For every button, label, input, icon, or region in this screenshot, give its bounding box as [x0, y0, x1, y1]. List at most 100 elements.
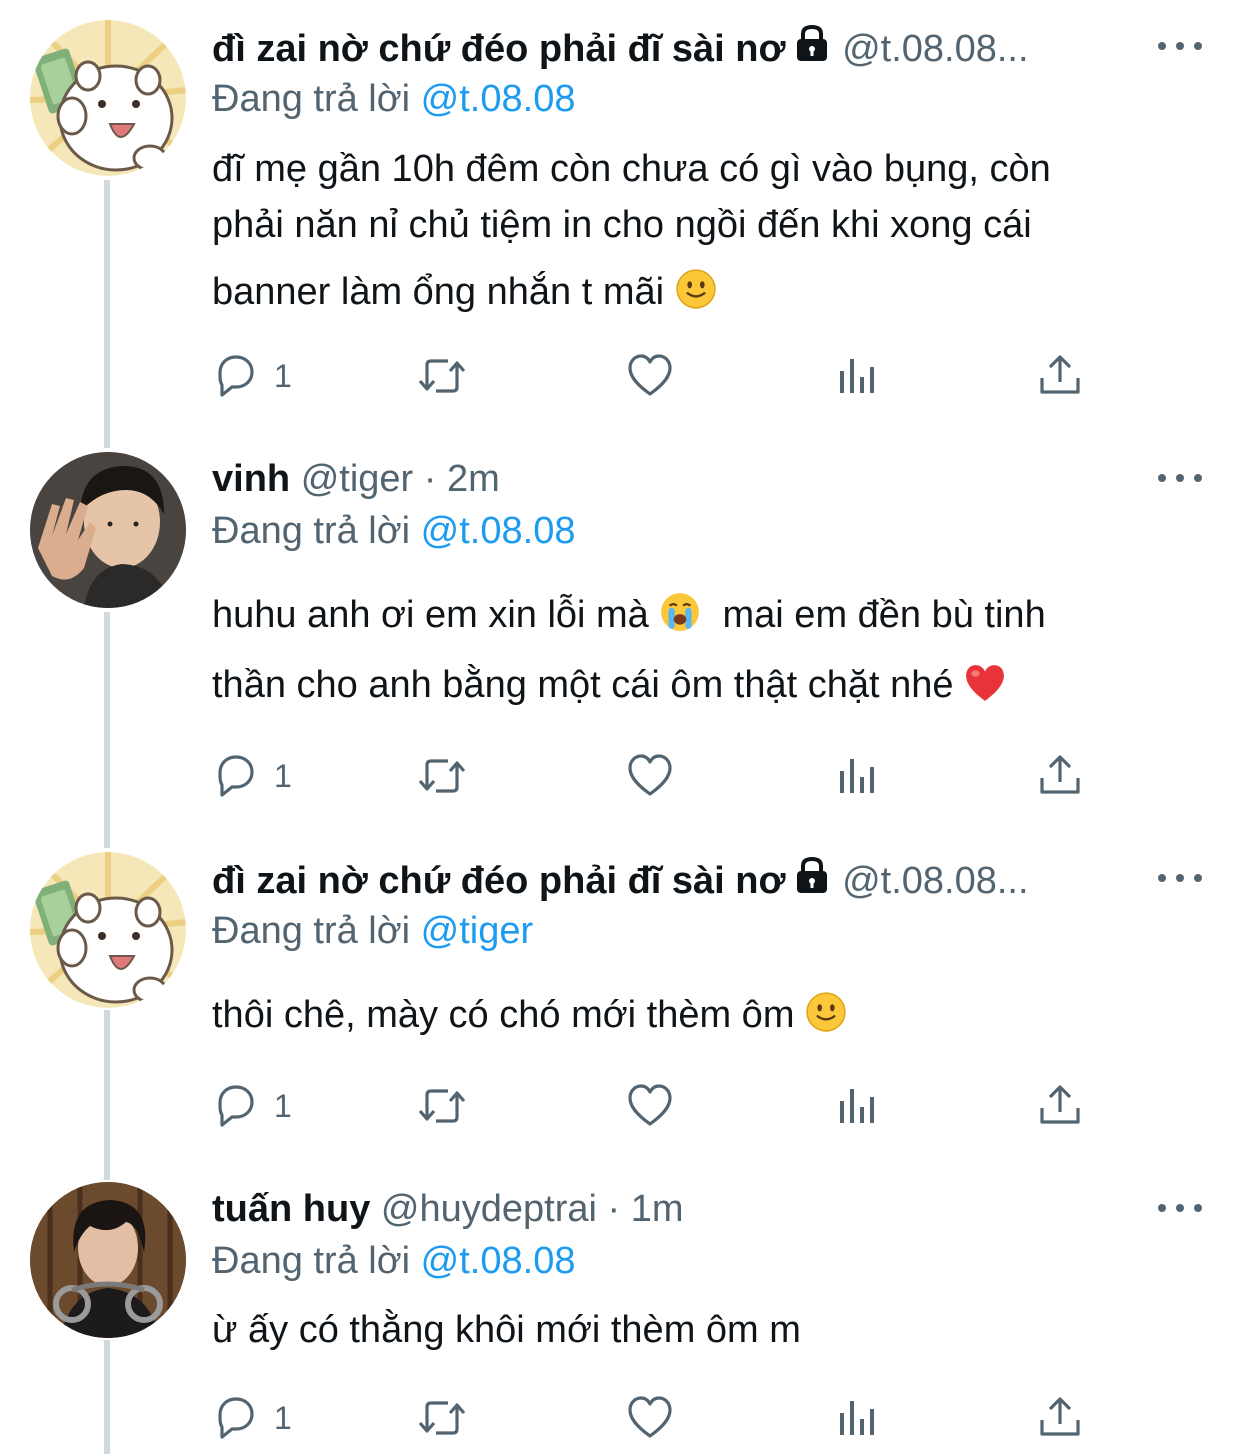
views-button[interactable]: [834, 346, 880, 406]
display-name[interactable]: đì zai nờ chứ đéo phải đĩ sài nơ: [212, 860, 786, 902]
tweet[interactable]: vinh @tiger · 2m Đang trả lời @t.08.08 h…: [0, 430, 1242, 830]
text-line: ừ ấy có thằng khôi mới thèm ôm m: [212, 1309, 801, 1351]
retweet-icon: [414, 1081, 470, 1131]
user-handle[interactable]: @huydeptrai: [381, 1188, 597, 1230]
smiling-face-emoji: [675, 268, 717, 328]
action-bar: 1: [212, 1388, 1092, 1448]
retweet-button[interactable]: [414, 1388, 470, 1448]
replying-label: Đang trả lời: [212, 78, 411, 120]
reply-button[interactable]: 1: [212, 1076, 292, 1136]
like-button[interactable]: [626, 746, 674, 806]
avatar[interactable]: [30, 20, 186, 176]
avatar[interactable]: [30, 452, 186, 608]
mention-link[interactable]: @t.08.08: [421, 510, 576, 552]
share-button[interactable]: [1036, 1388, 1084, 1448]
views-button[interactable]: [834, 746, 880, 806]
mention-link[interactable]: @t.08.08: [421, 1240, 576, 1282]
heart-icon: [626, 1394, 674, 1442]
text-line: thôi chê, mày có chó mới thèm ôm: [212, 984, 1202, 1046]
views-button[interactable]: [834, 1388, 880, 1448]
views-icon: [834, 1395, 880, 1441]
like-button[interactable]: [626, 1076, 674, 1136]
share-icon: [1036, 1082, 1084, 1130]
retweet-icon: [414, 751, 470, 801]
reply-count: 1: [274, 757, 292, 794]
avatar[interactable]: [30, 1182, 186, 1338]
text-segment: banner làm ổng nhắn t mãi: [212, 271, 665, 313]
action-bar: 1: [212, 346, 1092, 406]
tweet-text: đĩ mẹ gần 10h đêm còn chưa có gì vào bụn…: [212, 140, 1202, 322]
reply-button[interactable]: 1: [212, 346, 292, 406]
timestamp[interactable]: 2m: [447, 458, 500, 500]
share-button[interactable]: [1036, 1076, 1084, 1136]
action-bar: 1: [212, 746, 1092, 806]
reply-count: 1: [274, 1399, 292, 1436]
retweet-button[interactable]: [414, 746, 470, 806]
share-icon: [1036, 1394, 1084, 1442]
user-handle[interactable]: @t.08.08...: [842, 28, 1028, 70]
tweet-header: tuấn huy @huydeptrai · 1m: [212, 1184, 1132, 1234]
text-line: huhu anh ơi em xin lỗi mà mai em đền bù …: [212, 584, 1202, 646]
views-button[interactable]: [834, 1076, 880, 1136]
replying-to: Đang trả lời @t.08.08: [212, 1236, 575, 1286]
heart-icon: [626, 352, 674, 400]
retweet-button[interactable]: [414, 346, 470, 406]
reply-button[interactable]: 1: [212, 746, 292, 806]
display-name[interactable]: tuấn huy: [212, 1188, 370, 1230]
replying-label: Đang trả lời: [212, 1240, 411, 1282]
tweet[interactable]: tuấn huy @huydeptrai · 1m Đang trả lời @…: [0, 1160, 1242, 1454]
heart-icon: [626, 1082, 674, 1130]
reply-icon: [212, 1082, 260, 1130]
separator-dot: ·: [607, 1188, 621, 1230]
timestamp[interactable]: 1m: [631, 1188, 684, 1230]
more-icon[interactable]: [1158, 26, 1202, 66]
red-heart-emoji: [964, 660, 1006, 722]
more-icon[interactable]: [1158, 1188, 1202, 1228]
heart-icon: [626, 752, 674, 800]
replying-to: Đang trả lời @t.08.08: [212, 506, 575, 556]
replying-label: Đang trả lời: [212, 910, 411, 952]
share-button[interactable]: [1036, 746, 1084, 806]
text-segment: mai em đền bù tinh: [722, 594, 1046, 636]
tweet-header: vinh @tiger · 2m: [212, 454, 1132, 504]
more-icon[interactable]: [1158, 858, 1202, 898]
text-line: phải năn nỉ chủ tiệm in cho ngồi đến khi…: [212, 204, 1032, 246]
views-icon: [834, 353, 880, 399]
action-bar: 1: [212, 1076, 1092, 1136]
share-button[interactable]: [1036, 346, 1084, 406]
tweet-header: đì zai nờ chứ đéo phải đĩ sài nơ @t.08.0…: [212, 24, 1122, 74]
replying-to: Đang trả lời @tiger: [212, 906, 533, 956]
text-segment: huhu anh ơi em xin lỗi mà: [212, 594, 649, 636]
display-name[interactable]: đì zai nờ chứ đéo phải đĩ sài nơ: [212, 28, 786, 70]
tweet-text: ừ ấy có thằng khôi mới thèm ôm m: [212, 1300, 1202, 1360]
like-button[interactable]: [626, 346, 674, 406]
tweet-header: đì zai nờ chứ đéo phải đĩ sài nơ @t.08.0…: [212, 856, 1122, 906]
share-icon: [1036, 752, 1084, 800]
replying-to: Đang trả lời @t.08.08: [212, 74, 575, 124]
text-segment: thôi chê, mày có chó mới thèm ôm: [212, 994, 795, 1036]
replying-label: Đang trả lời: [212, 510, 411, 552]
like-button[interactable]: [626, 1388, 674, 1448]
text-line: thần cho anh bằng một cái ôm thật chặt n…: [212, 654, 1202, 716]
views-icon: [834, 1083, 880, 1129]
avatar[interactable]: [30, 852, 186, 1008]
separator-dot: ·: [423, 458, 437, 500]
text-segment: thần cho anh bằng một cái ôm thật chặt n…: [212, 664, 954, 706]
tweet[interactable]: đì zai nờ chứ đéo phải đĩ sài nơ @t.08.0…: [0, 0, 1242, 430]
reply-button[interactable]: 1: [212, 1388, 292, 1448]
retweet-icon: [414, 351, 470, 401]
mention-link[interactable]: @t.08.08: [421, 78, 576, 120]
tweet[interactable]: đì zai nờ chứ đéo phải đĩ sài nơ @t.08.0…: [0, 830, 1242, 1160]
user-handle[interactable]: @tiger: [301, 458, 414, 500]
share-icon: [1036, 352, 1084, 400]
retweet-button[interactable]: [414, 1076, 470, 1136]
loudly-crying-face-emoji: [659, 590, 701, 652]
text-line: banner làm ổng nhắn t mãi: [212, 262, 1202, 322]
text-line: đĩ mẹ gần 10h đêm còn chưa có gì vào bụn…: [212, 148, 1051, 190]
tweet-text: huhu anh ơi em xin lỗi mà mai em đền bù …: [212, 584, 1202, 716]
more-icon[interactable]: [1158, 458, 1202, 498]
reply-count: 1: [274, 357, 292, 394]
user-handle[interactable]: @t.08.08...: [842, 860, 1028, 902]
mention-link[interactable]: @tiger: [421, 910, 534, 952]
display-name[interactable]: vinh: [212, 458, 290, 500]
